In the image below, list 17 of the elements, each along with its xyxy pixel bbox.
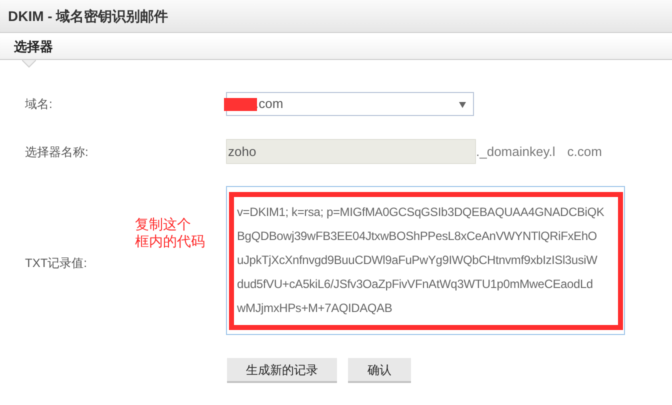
annotation-text: 复制这个 框内的代码 — [135, 216, 205, 250]
txt-record-line: uJpkTjXcXnfnvgd9BuuCDWl9aFuPwYg9IWQbCHtnvmf9xbIzISl3usiW — [237, 252, 598, 269]
domain-suffix: ._domainkey.l — [476, 142, 556, 161]
tab[interactable]: 选择器 — [14, 36, 53, 59]
txt-record-line: BgQDBowj39wFB3EE04JtxwBOShPPesL8xCeAnVWYNTlQRiFxEhO — [237, 228, 598, 245]
domain-select[interactable]: .com — [226, 92, 474, 116]
txt-record-line: wMJjmxHPs+M+7AQIDAQAB — [237, 300, 394, 317]
selector-input[interactable]: zoho — [226, 139, 476, 164]
field-label: TXT记录值: — [25, 255, 87, 272]
txt-record-line: v=DKIM1; k=rsa; p=MIGfMA0GCSqGSIb3DQEBAQUAA4GNADCBiQK — [237, 204, 606, 221]
field-label: 选择器名称: — [24, 144, 90, 160]
window-title: DKIM - 域名密钥识别邮件 — [8, 6, 168, 26]
domain-suffix: c.com — [567, 142, 602, 161]
field-label: 域名: — [24, 96, 54, 113]
txt-record-line: dud5fVU+cA5kiL6/JSfv3OaZpFivVFnAtWq3WTU1p0mMweCEaodLd — [237, 276, 594, 293]
action-button[interactable]: 确认 — [348, 358, 411, 383]
action-button[interactable]: 生成新的记录 — [227, 358, 337, 383]
